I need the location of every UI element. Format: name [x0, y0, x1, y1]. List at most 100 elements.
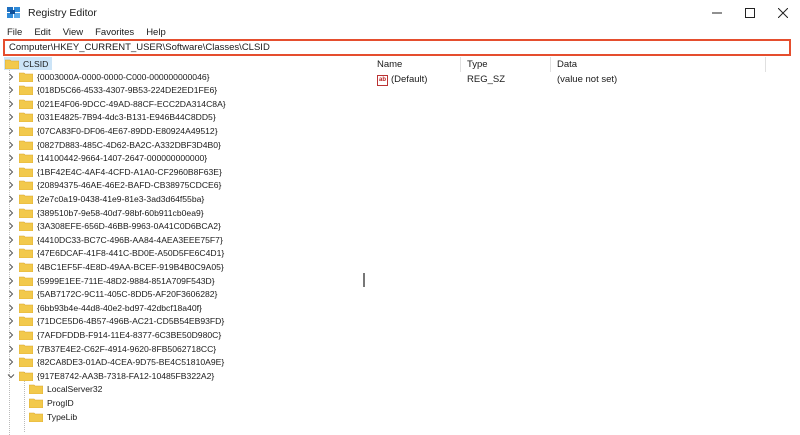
tree-child-label: ProgID	[47, 397, 74, 408]
tree-item[interactable]: {14100442-9664-1407-2647-000000000000}	[6, 152, 207, 165]
menu-file[interactable]: File	[0, 26, 28, 39]
tree-item[interactable]: {6bb93b4e-44d8-40e2-bd97-42dbcf18a40f}	[6, 301, 202, 314]
menu-favorites[interactable]: Favorites	[89, 26, 140, 39]
chevron-down-icon[interactable]	[6, 369, 16, 382]
tree-item[interactable]: {0827D883-485C-4D62-BA2C-A332DBF3D4B0}	[6, 138, 221, 151]
value-data: (value not set)	[557, 74, 618, 85]
value-row-default[interactable]: ab (Default) REG_SZ (value not set)	[371, 73, 800, 87]
menu-edit[interactable]: Edit	[28, 26, 56, 39]
tree-item[interactable]: {917E8742-AA3B-7318-FA12-10485FB322A2}	[6, 369, 214, 382]
chevron-right-icon[interactable]	[6, 342, 16, 355]
folder-icon	[19, 316, 33, 327]
splitter-grip-icon[interactable]	[363, 273, 365, 287]
tree-item[interactable]: {71DCE5D6-4B57-496B-AC21-CD5B54EB93FD}	[6, 315, 224, 328]
value-name-cell: ab (Default)	[377, 73, 427, 87]
folder-icon	[19, 248, 33, 259]
chevron-right-icon[interactable]	[6, 165, 16, 178]
tree-item[interactable]: {018D5C66-4533-4307-9B53-224DE2ED1FE6}	[6, 84, 217, 97]
maximize-button[interactable]	[733, 0, 766, 26]
chevron-right-icon[interactable]	[6, 260, 16, 273]
tree-item-label: {4BC1EF5F-4E8D-49AA-BCEF-919B4B0C9A05}	[37, 261, 224, 272]
menu-help[interactable]: Help	[140, 26, 172, 39]
tree-item-label: {7B37E4E2-C62F-4914-9620-8FB5062718CC}	[37, 343, 217, 354]
tree-item-label: {031E4825-7B94-4dc3-B131-E946B44C8DD5}	[37, 112, 216, 123]
folder-icon	[19, 99, 33, 109]
tree-item[interactable]: {0003000A-0000-0000-C000-000000000046}	[6, 70, 210, 83]
tree-item[interactable]: {82CA8DE3-01AD-4CEA-9D75-BE4C51810A9E}	[6, 356, 224, 369]
column-header-name[interactable]: Name	[371, 57, 461, 72]
chevron-right-icon[interactable]	[6, 328, 16, 341]
folder-icon	[19, 221, 33, 232]
chevron-right-icon[interactable]	[6, 70, 16, 83]
tree-item[interactable]: {021E4F06-9DCC-49AD-88CF-ECC2DA314C8A}	[6, 97, 226, 110]
values-list[interactable]: Name Type Data ab (Default) REG_SZ (valu…	[371, 57, 800, 435]
minimize-button[interactable]	[700, 0, 733, 26]
column-header-type[interactable]: Type	[461, 57, 551, 72]
tree-item[interactable]: {2e7c0a19-0438-41e9-81e3-3ad3d64f55ba}	[6, 192, 204, 205]
chevron-right-icon[interactable]	[6, 152, 16, 165]
tree-item[interactable]: {3A308EFE-656D-46BB-9963-0A41C0D6BCA2}	[6, 220, 221, 233]
tree-child-item[interactable]: ProgID	[26, 396, 74, 409]
folder-icon	[19, 371, 33, 381]
chevron-right-icon[interactable]	[6, 206, 16, 219]
chevron-right-icon[interactable]	[6, 274, 16, 287]
tree-item[interactable]: {031E4825-7B94-4dc3-B131-E946B44C8DD5}	[6, 111, 216, 124]
chevron-right-icon[interactable]	[6, 192, 16, 205]
registry-editor-icon	[7, 7, 20, 18]
tree-item-label: {0827D883-485C-4D62-BA2C-A332DBF3D4B0}	[37, 139, 221, 150]
window-title: Registry Editor	[28, 7, 97, 19]
registry-editor-window: Registry Editor File Edit View Favorites…	[0, 0, 800, 435]
folder-icon	[19, 167, 33, 177]
tree-item[interactable]: {5AB7172C-9C11-405C-8DD5-AF20F3606282}	[6, 288, 217, 301]
tree-item[interactable]: {20894375-46AE-46E2-BAFD-CB38975CDCE6}	[6, 179, 221, 192]
chevron-right-icon[interactable]	[6, 220, 16, 233]
chevron-right-icon[interactable]	[6, 247, 16, 260]
column-header-data[interactable]: Data	[551, 57, 766, 72]
tree-item-label: {07CA83F0-DF06-4E67-89DD-E80924A49512}	[37, 125, 218, 136]
chevron-right-icon[interactable]	[6, 288, 16, 301]
chevron-right-icon[interactable]	[6, 84, 16, 97]
tree-item-label: {917E8742-AA3B-7318-FA12-10485FB322A2}	[37, 370, 215, 381]
chevron-right-icon[interactable]	[6, 124, 16, 137]
close-button[interactable]	[766, 0, 799, 26]
tree-item[interactable]: {1BF42E4C-4AF4-4CFD-A1A0-CF2960B8F63E}	[6, 165, 222, 178]
tree-item[interactable]: {4410DC33-BC7C-496B-AA84-4AEA3EEE75F7}	[6, 233, 223, 246]
chevron-right-icon[interactable]	[6, 179, 16, 192]
tree-item[interactable]: {5999E1EE-711E-48D2-9884-851A709F543D}	[6, 274, 215, 287]
folder-icon	[19, 330, 33, 340]
chevron-right-icon[interactable]	[6, 138, 16, 151]
key-tree[interactable]: CLSID {0003000A-0000-0000-C000-000000000…	[0, 57, 358, 435]
chevron-right-icon[interactable]	[6, 301, 16, 314]
minimize-icon	[711, 12, 722, 14]
close-icon	[777, 8, 788, 18]
tree-item[interactable]: {389510b7-9e58-40d7-98bf-60b911cb0ea9}	[6, 206, 204, 219]
tree-item[interactable]: {07CA83F0-DF06-4E67-89DD-E80924A49512}	[6, 124, 218, 137]
chevron-right-icon[interactable]	[6, 97, 16, 110]
tree-child-label: LocalServer32	[47, 384, 103, 395]
folder-icon	[19, 153, 33, 164]
title-bar: Registry Editor	[0, 0, 800, 26]
tree-item-label: {82CA8DE3-01AD-4CEA-9D75-BE4C51810A9E}	[37, 357, 225, 368]
chevron-right-icon[interactable]	[6, 111, 16, 124]
chevron-right-icon[interactable]	[6, 356, 16, 369]
address-input[interactable]	[9, 42, 789, 53]
folder-icon	[19, 112, 33, 123]
value-name: (Default)	[391, 74, 428, 85]
tree-root-clsid[interactable]: CLSID	[4, 57, 52, 70]
tree-child-item[interactable]: TypeLib	[26, 410, 77, 423]
tree-item-label: {3A308EFE-656D-46BB-9963-0A41C0D6BCA2}	[37, 221, 221, 232]
chevron-right-icon[interactable]	[6, 233, 16, 246]
tree-child-item[interactable]: LocalServer32	[26, 383, 102, 396]
tree-item-label: {1BF42E4C-4AF4-4CFD-A1A0-CF2960B8F63E}	[37, 166, 222, 177]
pane-splitter[interactable]	[358, 57, 370, 435]
tree-item[interactable]: {7AFDFDDB-F914-11E4-8377-6C3BE50D980C}	[6, 328, 221, 341]
tree-item[interactable]: {4BC1EF5F-4E8D-49AA-BCEF-919B4B0C9A05}	[6, 260, 224, 273]
menu-view[interactable]: View	[57, 26, 89, 39]
folder-icon	[29, 384, 43, 395]
tree-item[interactable]: {7B37E4E2-C62F-4914-9620-8FB5062718CC}	[6, 342, 216, 355]
tree-item[interactable]: {47E6DCAF-41F8-441C-BD0E-A50D5FE6C4D1}	[6, 247, 224, 260]
value-type: REG_SZ	[467, 74, 506, 85]
chevron-right-icon[interactable]	[6, 315, 16, 328]
menu-bar: File Edit View Favorites Help	[0, 26, 800, 39]
folder-icon	[19, 357, 33, 368]
